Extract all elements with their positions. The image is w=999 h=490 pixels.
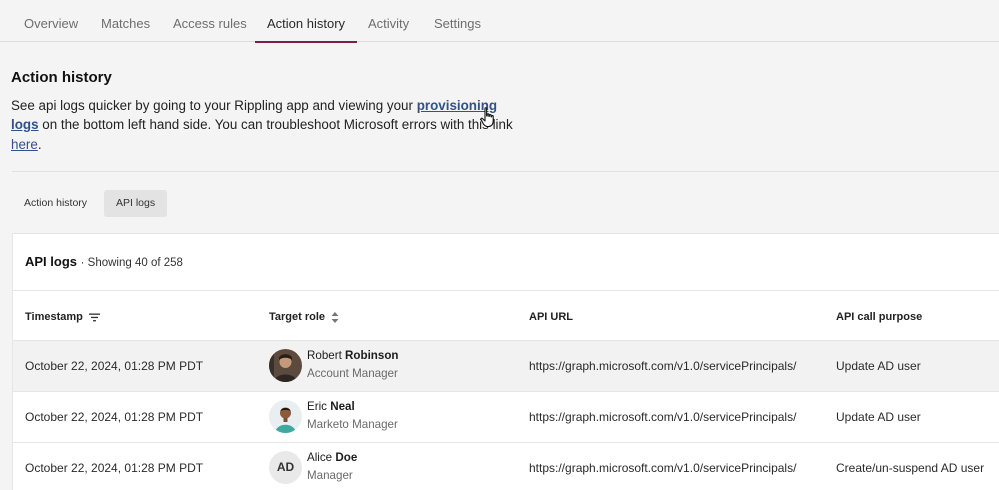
tab-activity[interactable]: Activity — [368, 0, 409, 42]
api-purpose: Update AD user — [836, 410, 921, 424]
person-role: Marketo Manager — [307, 418, 398, 431]
person-role: Manager — [307, 469, 353, 482]
row-timestamp: October 22, 2024, 01:28 PM PDT — [25, 461, 204, 475]
hand-pointer-icon — [480, 107, 494, 128]
first-name: Eric — [307, 400, 327, 413]
row-timestamp: October 22, 2024, 01:28 PM PDT — [25, 359, 204, 373]
api-url: https://graph.microsoft.com/v1.0/service… — [529, 359, 797, 373]
avatar: AD — [269, 451, 302, 484]
description-text-1: See api logs quicker by going to your Ri… — [11, 98, 417, 113]
description-text-2: on the bottom left hand side. You can tr… — [38, 117, 513, 133]
last-name: Neal — [330, 400, 355, 413]
page-title: Action history — [11, 69, 112, 86]
last-name: Robinson — [345, 349, 399, 362]
column-label-api-url: API URL — [529, 311, 573, 323]
first-name: Robert — [307, 349, 342, 362]
table-row[interactable]: October 22, 2024, 01:28 PM PDT Eric Neal… — [13, 392, 999, 443]
description-text-end: . — [37, 136, 42, 152]
sort-updown-icon[interactable] — [331, 311, 339, 323]
top-tab-bar: Overview Matches Access rules Action his… — [0, 0, 999, 43]
column-header-api-url[interactable]: API URL — [529, 311, 573, 323]
card-title: API logs · Showing 40 of 258 — [25, 254, 183, 269]
api-url: https://graph.microsoft.com/v1.0/service… — [529, 461, 797, 475]
column-header-purpose[interactable]: API call purpose — [836, 311, 922, 323]
avatar — [269, 400, 302, 433]
api-purpose: Update AD user — [836, 359, 921, 373]
card-title-label: API logs — [25, 254, 78, 269]
tab-access-rules[interactable]: Access rules — [173, 0, 247, 42]
column-label-target-role: Target role — [269, 311, 326, 323]
table-row[interactable]: October 22, 2024, 01:28 PM PDT AD Alice … — [13, 443, 999, 490]
api-url: https://graph.microsoft.com/v1.0/service… — [529, 410, 797, 424]
subtab-action-history[interactable]: Action history — [12, 190, 99, 217]
person-role: Account Manager — [307, 367, 398, 380]
table-row[interactable]: October 22, 2024, 01:28 PM PDT Robert Ro… — [13, 341, 999, 392]
card-header: API logs · Showing 40 of 258 — [13, 234, 999, 291]
tab-matches[interactable]: Matches — [101, 0, 150, 42]
avatar — [269, 349, 302, 382]
column-label-timestamp: Timestamp — [25, 311, 83, 323]
person-name: Eric Neal — [307, 400, 355, 413]
column-header-target-role[interactable]: Target role — [269, 311, 339, 323]
person-name: Alice Doe — [307, 451, 357, 464]
column-label-purpose: API call purpose — [836, 311, 923, 323]
filter-lines-icon[interactable] — [88, 313, 100, 322]
tab-settings[interactable]: Settings — [434, 0, 481, 42]
column-header-timestamp[interactable]: Timestamp — [25, 311, 100, 323]
row-timestamp: October 22, 2024, 01:28 PM PDT — [25, 410, 204, 424]
first-name: Alice — [307, 451, 333, 464]
here-link[interactable]: here — [11, 137, 38, 152]
result-count: · Showing 40 of 258 — [80, 257, 183, 269]
table-header: Timestamp Target role API URL API call p… — [13, 291, 999, 341]
api-logs-card: API logs · Showing 40 of 258 Timestamp T… — [12, 233, 999, 490]
subtab-api-logs[interactable]: API logs — [104, 190, 168, 217]
tab-action-history[interactable]: Action history — [254, 0, 358, 43]
api-purpose: Create/un-suspend AD user — [836, 461, 985, 475]
section-divider — [12, 171, 999, 172]
tab-overview[interactable]: Overview — [24, 0, 78, 42]
last-name: Doe — [335, 451, 358, 464]
person-name: Robert Robinson — [307, 349, 399, 362]
page-description: See api logs quicker by going to your Ri… — [11, 96, 526, 154]
